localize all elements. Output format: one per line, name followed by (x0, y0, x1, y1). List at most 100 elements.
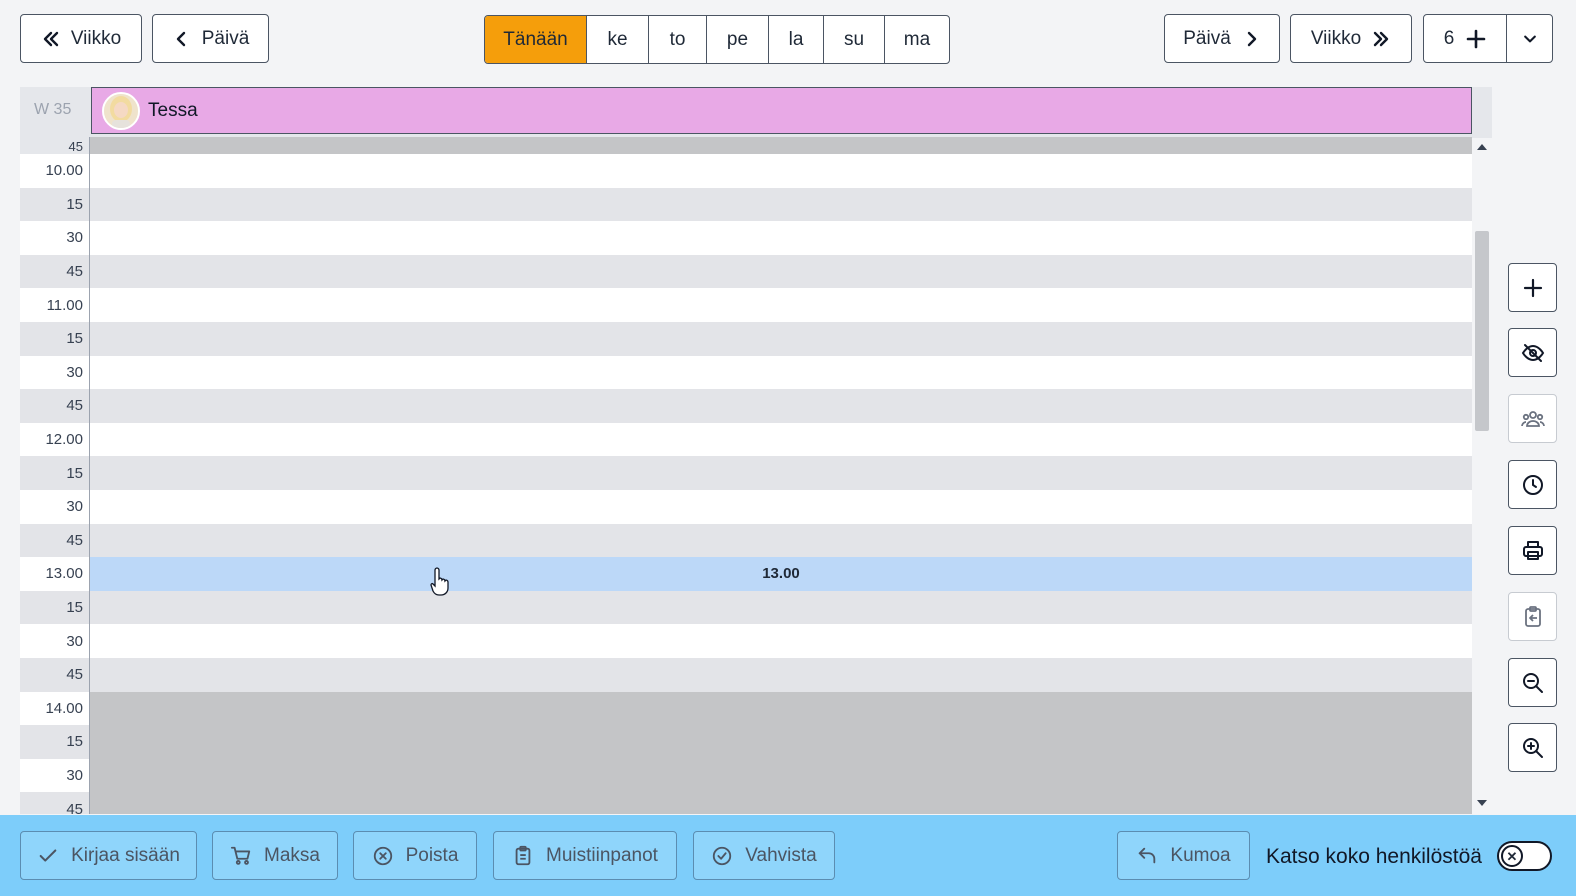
scroll-up-arrow[interactable] (1477, 144, 1487, 150)
paste-button[interactable] (1508, 592, 1557, 641)
day-wed[interactable]: ke (586, 16, 648, 63)
day-mon[interactable]: ma (884, 16, 949, 63)
week-forward-button[interactable]: Viikko (1290, 14, 1412, 63)
staff-column-header[interactable]: Tessa (91, 87, 1472, 134)
time-label: 45 (20, 389, 90, 423)
clock-icon (1522, 474, 1543, 495)
time-label: 30 (20, 624, 90, 658)
eye-off-icon (1521, 343, 1544, 362)
time-label: 45 (20, 137, 90, 154)
time-slot[interactable] (90, 624, 1472, 658)
notes-label: Muistiinpanot (546, 844, 658, 866)
time-label: 45 (20, 792, 90, 814)
time-row: 45 (20, 792, 1472, 814)
undo-label: Kumoa (1170, 844, 1231, 866)
plus-icon (1466, 29, 1486, 48)
time-slot[interactable] (90, 523, 1472, 558)
chevron-left-icon (176, 31, 185, 46)
delete-button[interactable]: Poista (353, 831, 477, 880)
week-forward-label: Viikko (1310, 27, 1362, 49)
cart-icon (230, 846, 251, 865)
time-button[interactable] (1508, 460, 1557, 509)
time-slot[interactable] (90, 725, 1472, 759)
time-row: 30 (20, 624, 1472, 658)
time-row: 45 (20, 389, 1472, 423)
staff-name: Tessa (148, 99, 198, 121)
time-row: 45 (20, 137, 1472, 154)
scroll-thumb[interactable] (1475, 231, 1489, 431)
day-sat[interactable]: la (768, 16, 823, 63)
zoom-out-icon (1522, 672, 1543, 693)
time-row: 14.00 (20, 691, 1472, 726)
time-slot[interactable] (90, 691, 1472, 726)
day-sun[interactable]: su (823, 16, 884, 63)
time-slot[interactable] (90, 137, 1472, 154)
week-back-button[interactable]: Viikko (20, 14, 142, 63)
zoom-in-button[interactable] (1508, 723, 1557, 772)
hide-button[interactable] (1508, 328, 1557, 377)
double-chevron-right-icon (1373, 31, 1389, 46)
time-slot[interactable] (90, 321, 1472, 356)
time-row: 15 (20, 590, 1472, 625)
toggle-off-icon: ✕ (1501, 845, 1523, 867)
time-slot[interactable] (90, 154, 1472, 188)
time-label: 10.00 (20, 154, 90, 188)
time-row: 10.00 (20, 154, 1472, 188)
time-label: 15 (20, 725, 90, 759)
add-booking-button[interactable] (1508, 263, 1557, 312)
print-button[interactable] (1508, 526, 1557, 575)
time-label: 30 (20, 221, 90, 255)
time-label: 15 (20, 187, 90, 222)
time-slot[interactable] (90, 389, 1472, 423)
calendar-scrollbar[interactable] (1472, 138, 1492, 814)
time-label: 15 (20, 321, 90, 356)
time-label: 15 (20, 590, 90, 625)
day-fri[interactable]: pe (706, 16, 768, 63)
time-slot[interactable] (90, 221, 1472, 255)
group-button[interactable] (1508, 394, 1557, 443)
group-icon (1520, 410, 1545, 427)
clipboard-paste-icon (1524, 605, 1541, 627)
notes-button[interactable]: Muistiinpanot (493, 831, 677, 880)
undo-button[interactable]: Kumoa (1117, 831, 1250, 880)
zoom-out-button[interactable] (1508, 658, 1557, 707)
staff-count-dropdown[interactable] (1507, 15, 1552, 62)
day-thu[interactable]: to (648, 16, 706, 63)
x-circle-icon (373, 846, 392, 865)
time-label: 30 (20, 489, 90, 524)
time-slot[interactable] (90, 590, 1472, 625)
time-label: 15 (20, 456, 90, 490)
time-slot[interactable] (90, 187, 1472, 222)
highlighted-time-slot[interactable]: 13.00 (90, 557, 1472, 591)
time-slot[interactable] (90, 792, 1472, 814)
avatar (102, 91, 140, 130)
check-in-button[interactable]: Kirjaa sisään (20, 831, 197, 880)
time-slot[interactable] (90, 254, 1472, 289)
time-slot[interactable] (90, 288, 1472, 322)
time-row: 15 (20, 456, 1472, 490)
time-slot[interactable] (90, 456, 1472, 490)
day-back-button[interactable]: Päivä (152, 14, 269, 63)
zoom-in-icon (1522, 737, 1543, 758)
add-staff-column-button[interactable]: 6 (1424, 15, 1507, 62)
show-all-staff-toggle[interactable]: ✕ (1497, 841, 1552, 871)
check-in-label: Kirjaa sisään (71, 844, 180, 866)
time-slot[interactable] (90, 355, 1472, 390)
week-number: W 35 (34, 101, 72, 118)
day-forward-button[interactable]: Päivä (1164, 14, 1280, 63)
time-slot[interactable] (90, 657, 1472, 692)
day-today[interactable]: Tänään (485, 16, 586, 63)
time-row: 15 (20, 187, 1472, 222)
time-row: 45 (20, 657, 1472, 692)
scroll-down-arrow[interactable] (1477, 800, 1487, 806)
time-row: 15 (20, 725, 1472, 759)
time-slot[interactable] (90, 489, 1472, 524)
time-slot[interactable] (90, 422, 1472, 457)
time-label: 13.00 (20, 557, 90, 591)
calendar-header: W 35 Tessa (20, 87, 1492, 135)
pay-button[interactable]: Maksa (212, 831, 338, 880)
confirm-button[interactable]: Vahvista (693, 831, 835, 880)
bottom-action-bar: Kirjaa sisään Maksa Poista Muistiinpanot… (0, 815, 1576, 896)
time-label: 30 (20, 355, 90, 390)
time-slot[interactable] (90, 758, 1472, 793)
